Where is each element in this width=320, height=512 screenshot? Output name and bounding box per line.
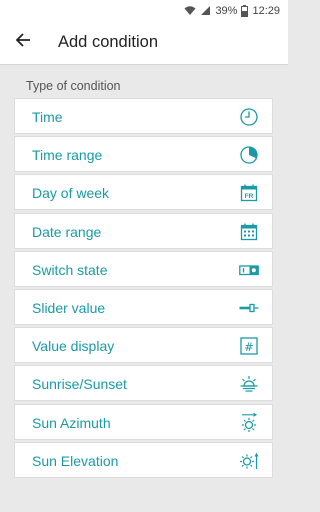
condition-label: Day of week	[32, 185, 110, 202]
signal-icon	[200, 5, 211, 16]
pie-clock-icon	[239, 145, 259, 165]
condition-label: Slider value	[32, 299, 106, 316]
condition-item-sun-elevation[interactable]: Sun Elevation	[14, 441, 273, 478]
condition-item-day-of-week[interactable]: Day of week FR	[14, 174, 273, 211]
battery-icon	[241, 4, 249, 17]
condition-label: Switch state	[32, 261, 108, 278]
status-icons: 39% 12:29	[184, 3, 280, 18]
condition-item-slider-value[interactable]: Slider value	[14, 288, 273, 325]
condition-label: Sunrise/Sunset	[32, 376, 127, 393]
condition-label: Sun Elevation	[32, 452, 119, 469]
status-bar: 39% 12:29	[0, 0, 288, 21]
arrow-back-icon	[15, 32, 31, 53]
clock-icon	[239, 107, 259, 127]
back-button[interactable]	[8, 27, 38, 57]
battery-percent: 39%	[215, 4, 238, 17]
condition-list: Time Time range Day of week FR Date rang…	[14, 98, 273, 480]
sun-elevation-icon	[239, 451, 259, 471]
calendar-fr-icon: FR	[239, 183, 259, 203]
slider-icon	[239, 298, 259, 318]
condition-label: Time range	[32, 147, 103, 164]
hash-icon: #	[239, 336, 259, 356]
condition-item-switch-state[interactable]: Switch state	[14, 250, 273, 287]
wifi-icon	[184, 5, 196, 16]
switch-icon	[239, 260, 259, 280]
condition-item-time-range[interactable]: Time range	[14, 136, 273, 173]
condition-label: Time	[32, 109, 63, 125]
calendar-grid-icon	[239, 222, 259, 242]
sun-azimuth-icon	[239, 412, 259, 433]
condition-item-sun-azimuth[interactable]: Sun Azimuth	[14, 403, 273, 440]
condition-item-time[interactable]: Time	[14, 98, 273, 134]
condition-item-value-display[interactable]: Value display #	[14, 327, 273, 364]
condition-item-date-range[interactable]: Date range	[14, 212, 273, 249]
sunrise-icon	[239, 374, 259, 394]
condition-label: Date range	[32, 223, 102, 240]
page-title: Add condition	[58, 33, 158, 51]
svg-text:#: #	[244, 340, 254, 354]
condition-item-sunrise-sunset[interactable]: Sunrise/Sunset	[14, 365, 273, 402]
app-bar: Add condition	[0, 21, 288, 65]
condition-label: Sun Azimuth	[32, 414, 111, 431]
section-label: Type of condition	[26, 79, 121, 93]
condition-label: Value display	[32, 338, 115, 355]
clock-time: 12:29	[252, 4, 280, 17]
svg-text:FR: FR	[245, 194, 254, 201]
